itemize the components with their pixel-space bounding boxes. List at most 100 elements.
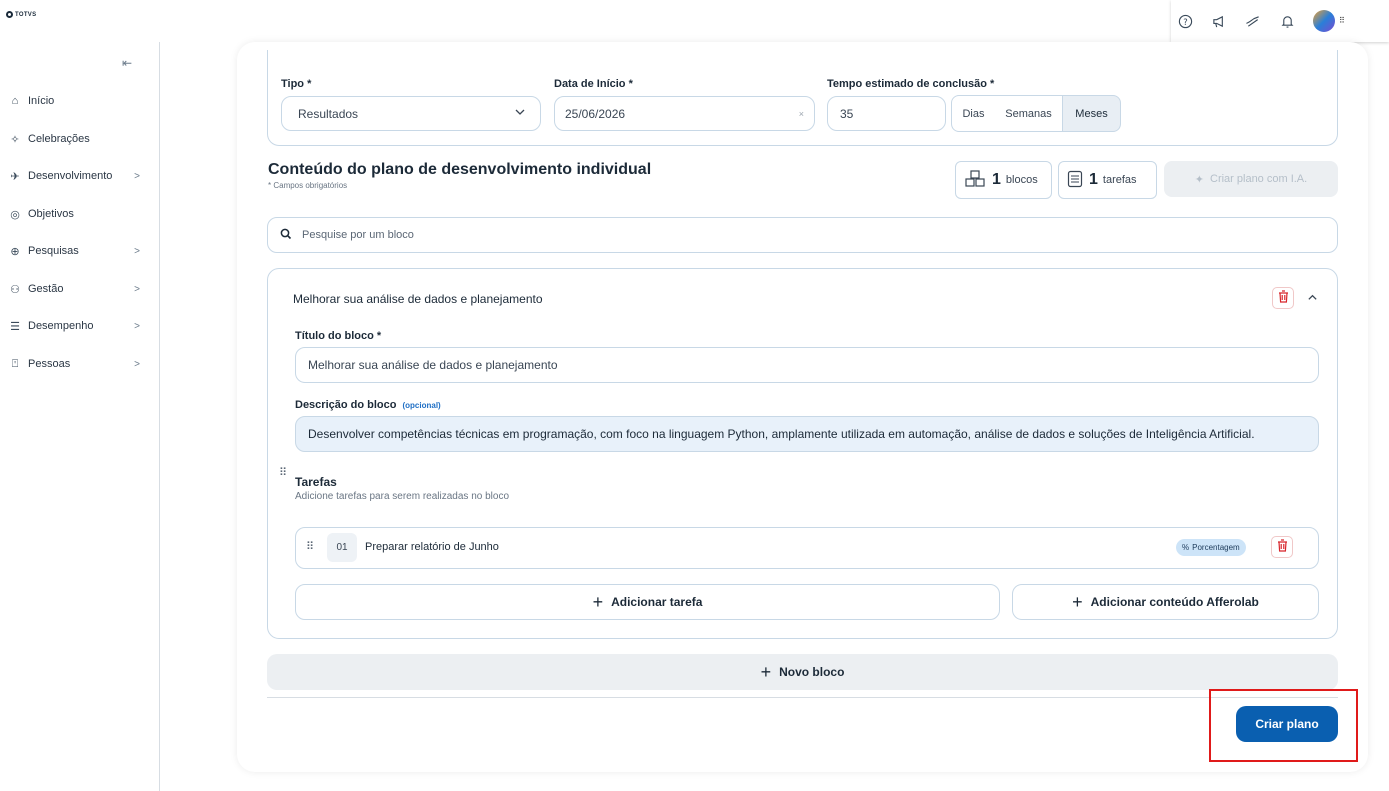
search-placeholder: Pesquise por um bloco [302, 229, 414, 241]
blocks-label: blocos [1005, 174, 1038, 186]
required-fields-note: * Campos obrigatórios [268, 181, 348, 190]
chevron-right-icon: > [134, 245, 140, 257]
sidebar-item-label: Desenvolvimento [28, 170, 113, 182]
sidebar-item-label: Objetivos [28, 208, 74, 220]
sidebar-item-celebracoes[interactable]: ✧ Celebrações [8, 129, 148, 149]
people-icon: ⚇ [10, 283, 20, 296]
sidebar-item-label: Desempenho [28, 320, 94, 332]
data-inicio-value: 25/06/2026 [565, 106, 626, 121]
more-apps-icon[interactable]: ⠿ [1339, 17, 1345, 25]
block-title-input[interactable]: Melhorar sua análise de dados e planejam… [295, 347, 1319, 383]
tipo-label: Tipo * [281, 78, 312, 90]
add-task-label: Adicionar tarefa [611, 595, 703, 609]
sidebar-item-label: Celebrações [28, 133, 90, 145]
chevron-right-icon: > [134, 358, 140, 370]
plus-icon: + [760, 661, 772, 682]
data-inicio-field[interactable]: 25/06/2026 × [554, 96, 815, 131]
add-afferolab-button[interactable]: + Adicionar conteúdo Afferolab [1012, 584, 1319, 620]
checklist-icon [1067, 170, 1083, 191]
target-icon: ◎ [10, 208, 20, 221]
chevron-down-icon [514, 106, 526, 121]
block-search-input[interactable]: Pesquise por um bloco [267, 217, 1338, 253]
sidebar-item-label: Início [28, 95, 55, 107]
bell-icon[interactable] [1277, 11, 1297, 31]
totvs-logo[interactable]: TOTVS [6, 11, 36, 18]
survey-icon: ⊕ [10, 245, 20, 258]
tempo-value: 35 [840, 106, 854, 121]
sidebar [0, 42, 160, 791]
tipo-select[interactable]: Resultados [281, 96, 541, 131]
new-block-button[interactable]: + Novo bloco [267, 654, 1338, 690]
task-number: 01 [327, 533, 357, 562]
sidebar-item-desenvolvimento[interactable]: ✈ Desenvolvimento > [8, 166, 148, 186]
chevron-right-icon: > [134, 283, 140, 295]
content-title: Conteúdo do plano de desenvolvimento ind… [268, 161, 652, 178]
block-description-input[interactable]: Desenvolver competências técnicas em pro… [295, 416, 1319, 452]
new-block-label: Novo bloco [779, 665, 845, 679]
hand-icon[interactable] [1243, 11, 1263, 31]
sidebar-item-pesquisas[interactable]: ⊕ Pesquisas > [8, 241, 148, 261]
blocks-count: 1 [992, 171, 1001, 188]
block-title-label: Título do bloco * [295, 330, 382, 342]
optional-tag: (opcional) [402, 400, 441, 410]
ai-button-label: Criar plano com I.A. [1210, 173, 1308, 185]
task-name: Preparar relatório de Junho [365, 541, 499, 553]
chevron-right-icon: > [134, 170, 140, 182]
sparkle-icon: ✦ [1194, 173, 1204, 186]
list-icon: ☰ [10, 320, 20, 333]
home-icon: ⌂ [11, 95, 19, 107]
help-icon[interactable]: ? [1175, 11, 1195, 31]
divider [267, 697, 1338, 698]
logo-text: TOTVS [15, 11, 37, 18]
collapse-sidebar-icon[interactable]: ⇤ [122, 56, 132, 70]
add-afferolab-label: Adicionar conteúdo Afferolab [1090, 595, 1259, 609]
blocks-counter: 1 blocos [955, 161, 1052, 199]
task-drag-handle-icon[interactable]: ⠿ [306, 540, 314, 553]
sidebar-item-label: Pesquisas [28, 245, 79, 257]
sidebar-item-objetivos[interactable]: ◎ Objetivos [8, 204, 148, 224]
logo-mark-icon [6, 11, 13, 18]
percent-icon: % [1182, 543, 1190, 552]
delete-block-button[interactable] [1272, 287, 1294, 309]
block-description-label: Descrição do bloco (opcional) [295, 399, 441, 411]
sidebar-item-inicio[interactable]: ⌂ Início [8, 91, 148, 111]
trash-icon [1277, 539, 1288, 555]
add-task-button[interactable]: + Adicionar tarefa [295, 584, 1000, 620]
block-header-title[interactable]: Melhorar sua análise de dados e planejam… [293, 292, 543, 306]
cubes-icon [964, 169, 986, 192]
tempo-input[interactable]: 35 [827, 96, 946, 131]
tasks-count: 1 [1089, 171, 1098, 188]
tipo-value: Resultados [298, 106, 359, 121]
sidebar-item-pessoas[interactable]: ⍞ Pessoas > [8, 354, 148, 374]
chevron-right-icon: > [134, 320, 140, 332]
rocket-icon: ✈ [10, 170, 20, 183]
unit-dias[interactable]: Dias [951, 95, 996, 132]
trash-icon [1278, 290, 1289, 306]
svg-text:?: ? [1183, 16, 1187, 26]
unit-meses[interactable]: Meses [1062, 95, 1121, 132]
tasks-counter: 1 tarefas [1058, 161, 1157, 199]
task-type-label: Porcentagem [1192, 543, 1240, 552]
data-inicio-label: Data de Início * [554, 78, 633, 90]
sidebar-item-label: Gestão [28, 283, 64, 295]
create-plan-ai-button[interactable]: ✦ Criar plano com I.A. [1164, 161, 1338, 197]
tempo-label: Tempo estimado de conclusão * [827, 78, 995, 90]
tasks-label: tarefas [1102, 174, 1137, 186]
description-label-text: Descrição do bloco [295, 399, 397, 411]
drag-handle-icon[interactable]: ⠿ [279, 466, 287, 479]
task-type-badge: % Porcentagem [1176, 539, 1246, 556]
delete-task-button[interactable] [1271, 536, 1293, 558]
megaphone-icon[interactable] [1209, 11, 1229, 31]
create-plan-button[interactable]: Criar plano [1236, 706, 1338, 742]
confetti-icon: ✧ [10, 133, 20, 146]
block-description-value: Desenvolver competências técnicas em pro… [308, 427, 1255, 441]
collapse-block-icon[interactable] [1307, 292, 1318, 306]
clear-date-icon[interactable]: × [799, 109, 804, 119]
plus-icon: + [592, 591, 604, 612]
unit-semanas[interactable]: Semanas [995, 95, 1063, 132]
plus-icon: + [1072, 591, 1083, 612]
sidebar-item-gestao[interactable]: ⚇ Gestão > [8, 279, 148, 299]
sidebar-item-desempenho[interactable]: ☰ Desempenho > [8, 316, 148, 336]
tasks-subtitle: Adicione tarefas para serem realizadas n… [295, 491, 510, 502]
user-avatar[interactable] [1313, 10, 1335, 32]
